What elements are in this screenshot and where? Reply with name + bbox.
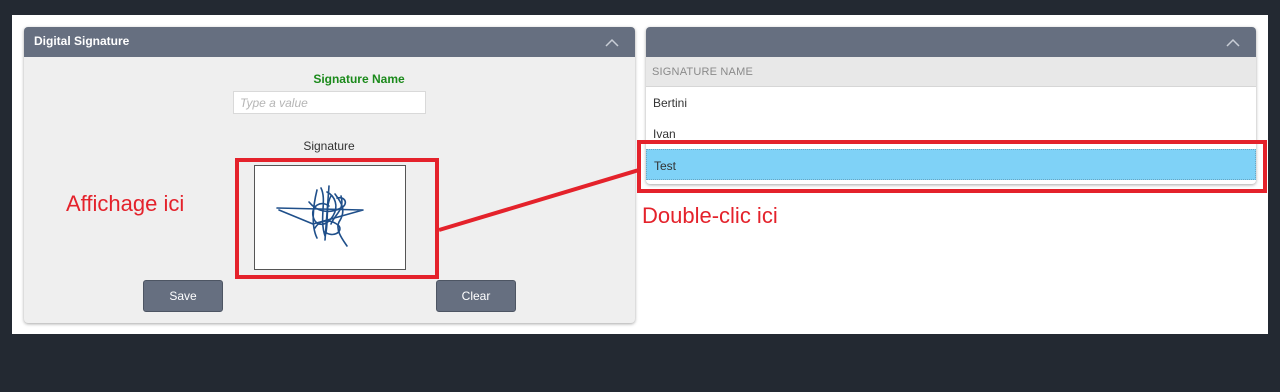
annotation-box-selected-row (637, 140, 1267, 193)
annotation-text-doubleclick: Double-clic ici (642, 203, 778, 228)
row-name: Bertini (653, 96, 688, 110)
column-header-label: SIGNATURE NAME (652, 66, 753, 78)
signature-label: Signature (303, 139, 355, 153)
clear-button[interactable]: Clear (436, 280, 516, 312)
panel-title: Digital Signature (34, 34, 130, 48)
top-strip (0, 0, 1280, 3)
table-row[interactable]: Bertini (646, 87, 1256, 118)
digital-signature-panel-header: Digital Signature (24, 27, 635, 57)
signature-name-input[interactable] (233, 91, 426, 114)
column-header-signature-name[interactable]: SIGNATURE NAME (646, 57, 1256, 87)
signature-list-panel-header (646, 27, 1256, 57)
annotation-box-signature (235, 158, 439, 279)
annotation-text-display: Affichage ici (66, 191, 185, 216)
chevron-up-icon[interactable] (1226, 36, 1240, 50)
save-button[interactable]: Save (143, 280, 223, 312)
chevron-up-icon[interactable] (605, 36, 619, 50)
row-name: Ivan (653, 127, 676, 141)
signature-name-label: Signature Name (313, 72, 405, 86)
